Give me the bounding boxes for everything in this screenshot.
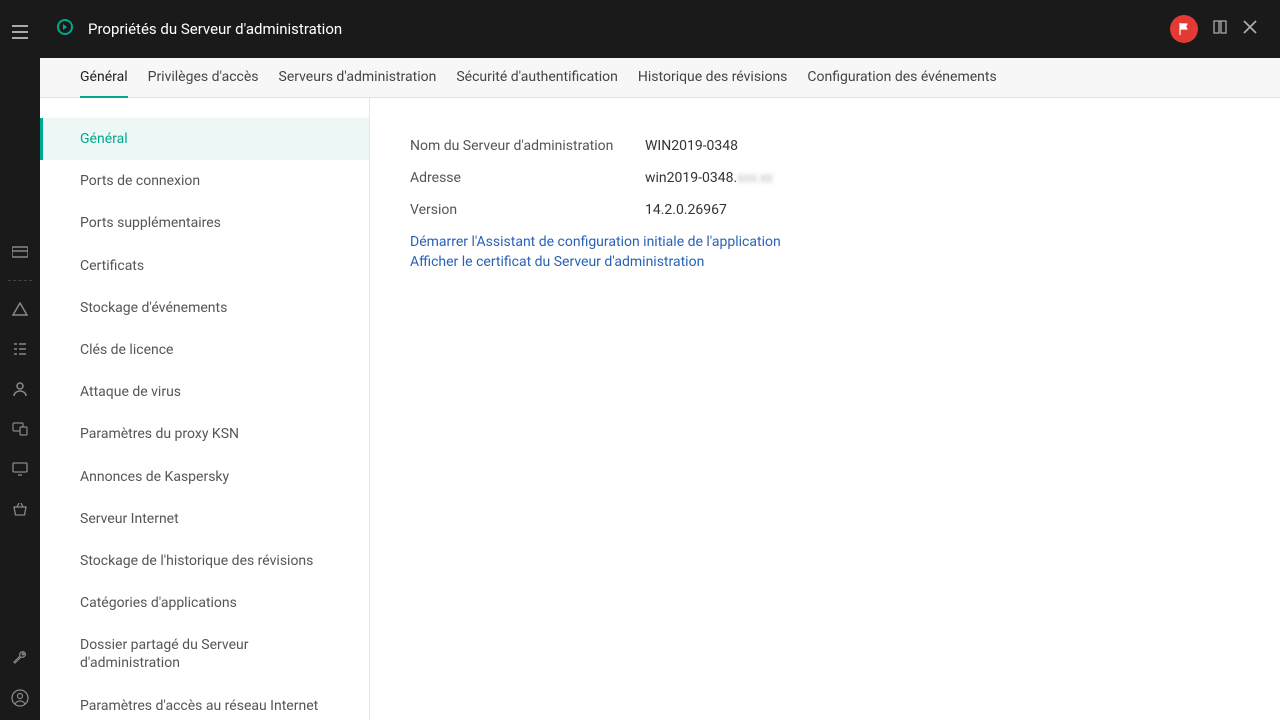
devices-icon[interactable] — [10, 419, 30, 439]
detail-row-version: Version 14.2.0.26967 — [410, 202, 1240, 218]
sidebar-item-kaspersky-announcements[interactable]: Annonces de Kaspersky — [40, 456, 369, 498]
dashboard-icon[interactable] — [10, 242, 30, 262]
tabs-bar: Général Privilèges d'accès Serveurs d'ad… — [40, 58, 1280, 98]
detail-label: Version — [410, 202, 645, 218]
detail-value: win2019-0348.xxx.xx — [645, 170, 773, 186]
hamburger-icon[interactable] — [10, 22, 30, 42]
tab-general[interactable]: Général — [80, 58, 128, 98]
close-button[interactable] — [1242, 19, 1258, 40]
tab-revision-history[interactable]: Historique des révisions — [638, 58, 788, 98]
tab-access-privileges[interactable]: Privilèges d'accès — [148, 58, 259, 98]
sidebar-item-revision-storage[interactable]: Stockage de l'historique des révisions — [40, 540, 369, 582]
sidebar-item-shared-folder[interactable]: Dossier partagé du Serveur d'administrat… — [40, 624, 369, 684]
sidebar-item-app-categories[interactable]: Catégories d'applications — [40, 582, 369, 624]
detail-label: Adresse — [410, 170, 645, 186]
header-bar: Propriétés du Serveur d'administration — [40, 0, 1280, 58]
tab-event-config[interactable]: Configuration des événements — [807, 58, 996, 98]
user-icon[interactable] — [10, 379, 30, 399]
sidebar-item-certificates[interactable]: Certificats — [40, 245, 369, 287]
warning-icon[interactable] — [10, 299, 30, 319]
bookmark-icon[interactable] — [1212, 19, 1228, 39]
sidebar-item-virus-attack[interactable]: Attaque de virus — [40, 371, 369, 413]
link-view-certificate[interactable]: Afficher le certificat du Serveur d'admi… — [410, 254, 1240, 270]
rail-divider — [8, 280, 32, 281]
wrench-icon[interactable] — [10, 648, 30, 668]
sidebar-item-web-server[interactable]: Serveur Internet — [40, 498, 369, 540]
brand-icon — [56, 18, 74, 40]
sidebar-item-event-storage[interactable]: Stockage d'événements — [40, 287, 369, 329]
account-circle-icon[interactable] — [10, 688, 30, 708]
list-icon[interactable] — [10, 339, 30, 359]
sidebar-item-ksn-proxy[interactable]: Paramètres du proxy KSN — [40, 413, 369, 455]
detail-row-server-name: Nom du Serveur d'administration WIN2019-… — [410, 138, 1240, 154]
detail-value: WIN2019-0348 — [645, 138, 738, 154]
sidebar-item-connection-ports[interactable]: Ports de connexion — [40, 160, 369, 202]
basket-icon[interactable] — [10, 499, 30, 519]
detail-value: 14.2.0.26967 — [645, 202, 727, 218]
sidebar-item-general[interactable]: Général — [40, 118, 369, 160]
left-nav-rail — [0, 0, 40, 720]
sidebar-item-internet-access[interactable]: Paramètres d'accès au réseau Internet — [40, 685, 369, 720]
page-title: Propriétés du Serveur d'administration — [88, 20, 342, 38]
notification-flag-button[interactable] — [1170, 15, 1198, 43]
details-panel: Nom du Serveur d'administration WIN2019-… — [370, 98, 1280, 720]
link-start-wizard[interactable]: Démarrer l'Assistant de configuration in… — [410, 234, 1240, 250]
sidebar-nav: Général Ports de connexion Ports supplém… — [40, 98, 370, 720]
tab-admin-servers[interactable]: Serveurs d'administration — [279, 58, 437, 98]
monitor-icon[interactable] — [10, 459, 30, 479]
tab-auth-security[interactable]: Sécurité d'authentification — [456, 58, 618, 98]
sidebar-item-license-keys[interactable]: Clés de licence — [40, 329, 369, 371]
detail-row-address: Adresse win2019-0348.xxx.xx — [410, 170, 1240, 186]
sidebar-item-additional-ports[interactable]: Ports supplémentaires — [40, 202, 369, 244]
detail-label: Nom du Serveur d'administration — [410, 138, 645, 154]
